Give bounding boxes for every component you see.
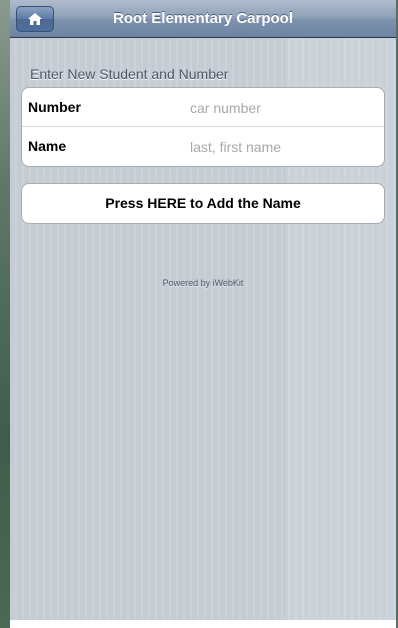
- top-bar: Root Elementary Carpool: [10, 0, 396, 38]
- number-row: Number: [22, 88, 384, 127]
- page-title: Root Elementary Carpool: [112, 10, 294, 27]
- name-label: Name: [28, 138, 67, 154]
- app-frame: Root Elementary Carpool Enter New Studen…: [0, 0, 398, 628]
- student-name-input[interactable]: [172, 135, 372, 158]
- number-label: Number: [28, 99, 81, 115]
- car-number-input[interactable]: [172, 96, 372, 119]
- home-icon: [27, 12, 43, 26]
- student-form: Number Name: [21, 87, 385, 167]
- form-heading: Enter New Student and Number: [30, 66, 229, 82]
- footer-credit: Powered by iWebKit: [162, 278, 244, 288]
- home-button[interactable]: [16, 6, 54, 32]
- window-left-edge: [0, 0, 10, 628]
- add-name-button[interactable]: Press HERE to Add the Name: [21, 183, 385, 224]
- app-screen: Root Elementary Carpool Enter New Studen…: [10, 0, 396, 620]
- name-row: Name: [22, 127, 384, 166]
